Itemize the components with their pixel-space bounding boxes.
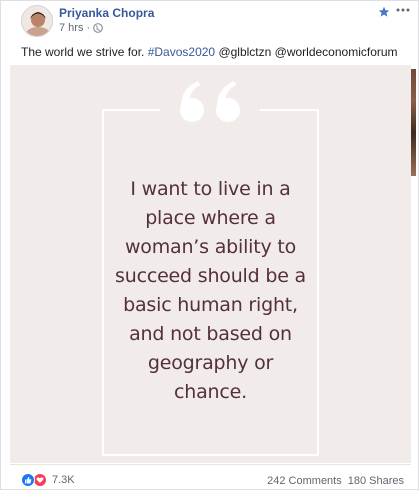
like-icon bbox=[21, 473, 35, 487]
quote-line: I want to live in a bbox=[130, 178, 291, 200]
quote-line: geography or bbox=[147, 352, 274, 374]
globe-icon[interactable] bbox=[93, 23, 104, 33]
avatar[interactable] bbox=[21, 5, 53, 37]
footer-divider bbox=[10, 464, 411, 465]
post-text: The world we strive for. #Davos2020 @glb… bbox=[21, 45, 398, 59]
post-header: Priyanka Chopra 7 hrs · bbox=[1, 1, 418, 41]
quote-line: succeed should be a bbox=[115, 265, 306, 287]
more-icon[interactable] bbox=[395, 4, 411, 16]
post-image[interactable]: I want to live in a place where a woman’… bbox=[10, 65, 411, 463]
quote-marks-icon bbox=[180, 81, 240, 122]
post-time[interactable]: 7 hrs bbox=[59, 22, 83, 34]
meta-separator: · bbox=[86, 22, 91, 34]
quote-line: woman’s ability to bbox=[124, 236, 297, 258]
post-card: Priyanka Chopra 7 hrs · The world we str… bbox=[0, 0, 419, 490]
hashtag-link[interactable]: #Davos2020 bbox=[148, 45, 215, 59]
quote-line: chance. bbox=[174, 381, 247, 403]
shares-count[interactable]: 180 Shares bbox=[348, 475, 404, 487]
engagement-counts: 242 Comments 180 Shares bbox=[267, 475, 404, 487]
love-icon bbox=[33, 473, 47, 487]
star-icon[interactable] bbox=[378, 5, 390, 17]
post-text-suffix: @glblctzn @worldeconomicforum bbox=[215, 45, 398, 59]
quote-line: and not based on bbox=[129, 323, 292, 345]
reactions-summary[interactable]: 7.3K bbox=[21, 473, 75, 487]
post-text-prefix: The world we strive for. bbox=[21, 45, 148, 59]
quote-line: basic human right, bbox=[123, 294, 298, 316]
reaction-count[interactable]: 7.3K bbox=[52, 474, 75, 486]
quote-text: I want to live in a place where a woman’… bbox=[108, 175, 313, 407]
quote-line: place where a bbox=[145, 207, 276, 229]
post-meta: 7 hrs · bbox=[59, 22, 104, 34]
author-name[interactable]: Priyanka Chopra bbox=[59, 6, 154, 20]
comments-count[interactable]: 242 Comments bbox=[267, 475, 342, 487]
